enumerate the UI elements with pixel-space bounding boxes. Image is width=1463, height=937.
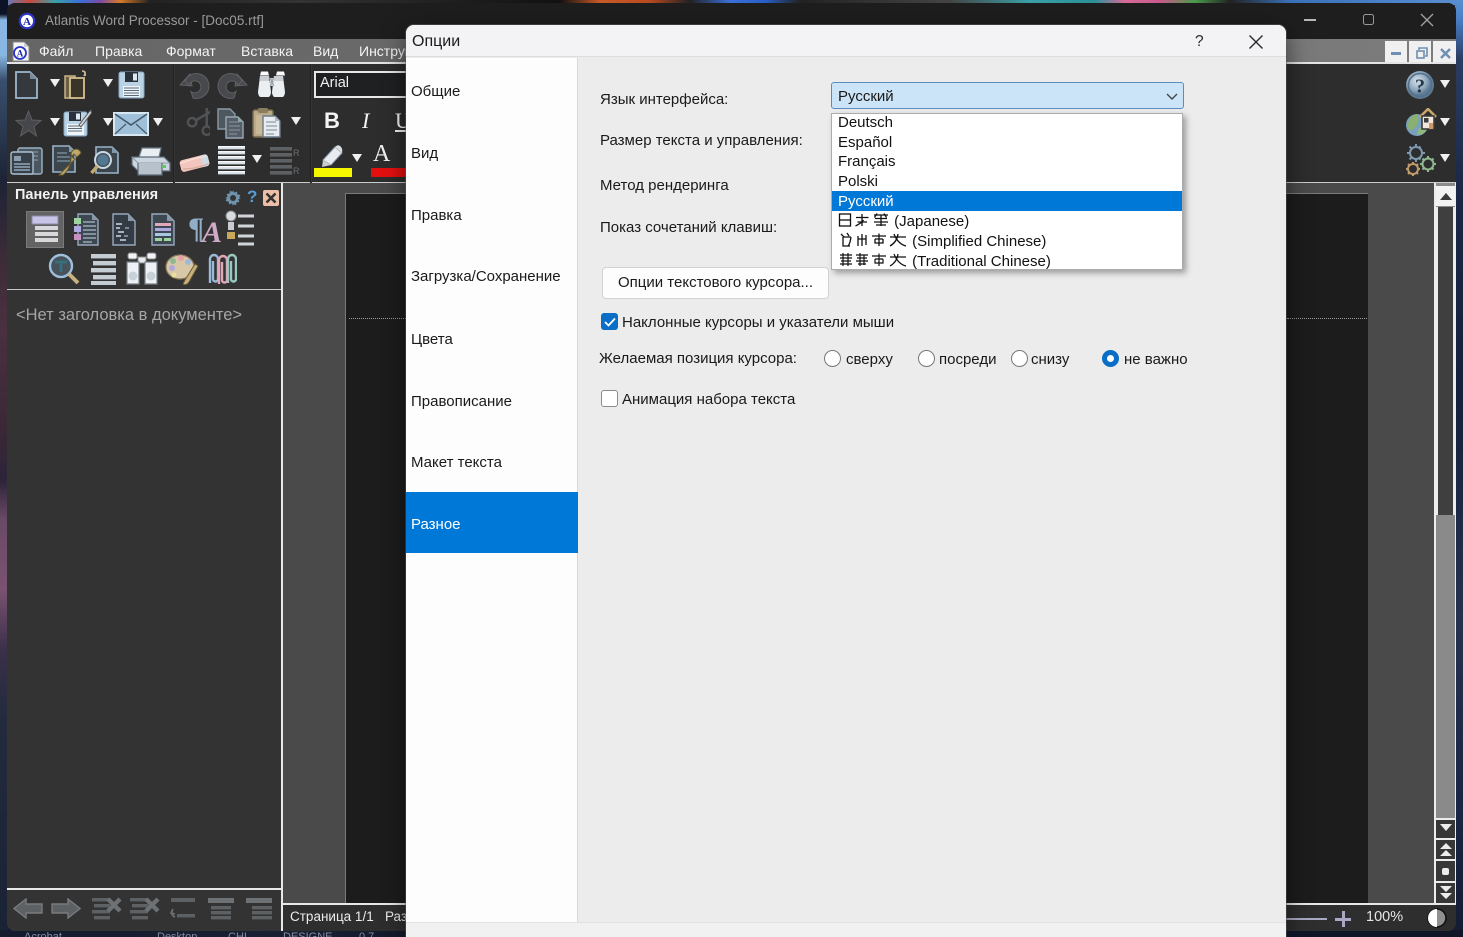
svg-text:A: A — [17, 49, 24, 59]
svg-text:R: R — [293, 148, 299, 158]
svg-text:A: A — [23, 16, 31, 28]
svg-text:?: ? — [1415, 76, 1425, 98]
svg-text:R: R — [293, 166, 299, 176]
